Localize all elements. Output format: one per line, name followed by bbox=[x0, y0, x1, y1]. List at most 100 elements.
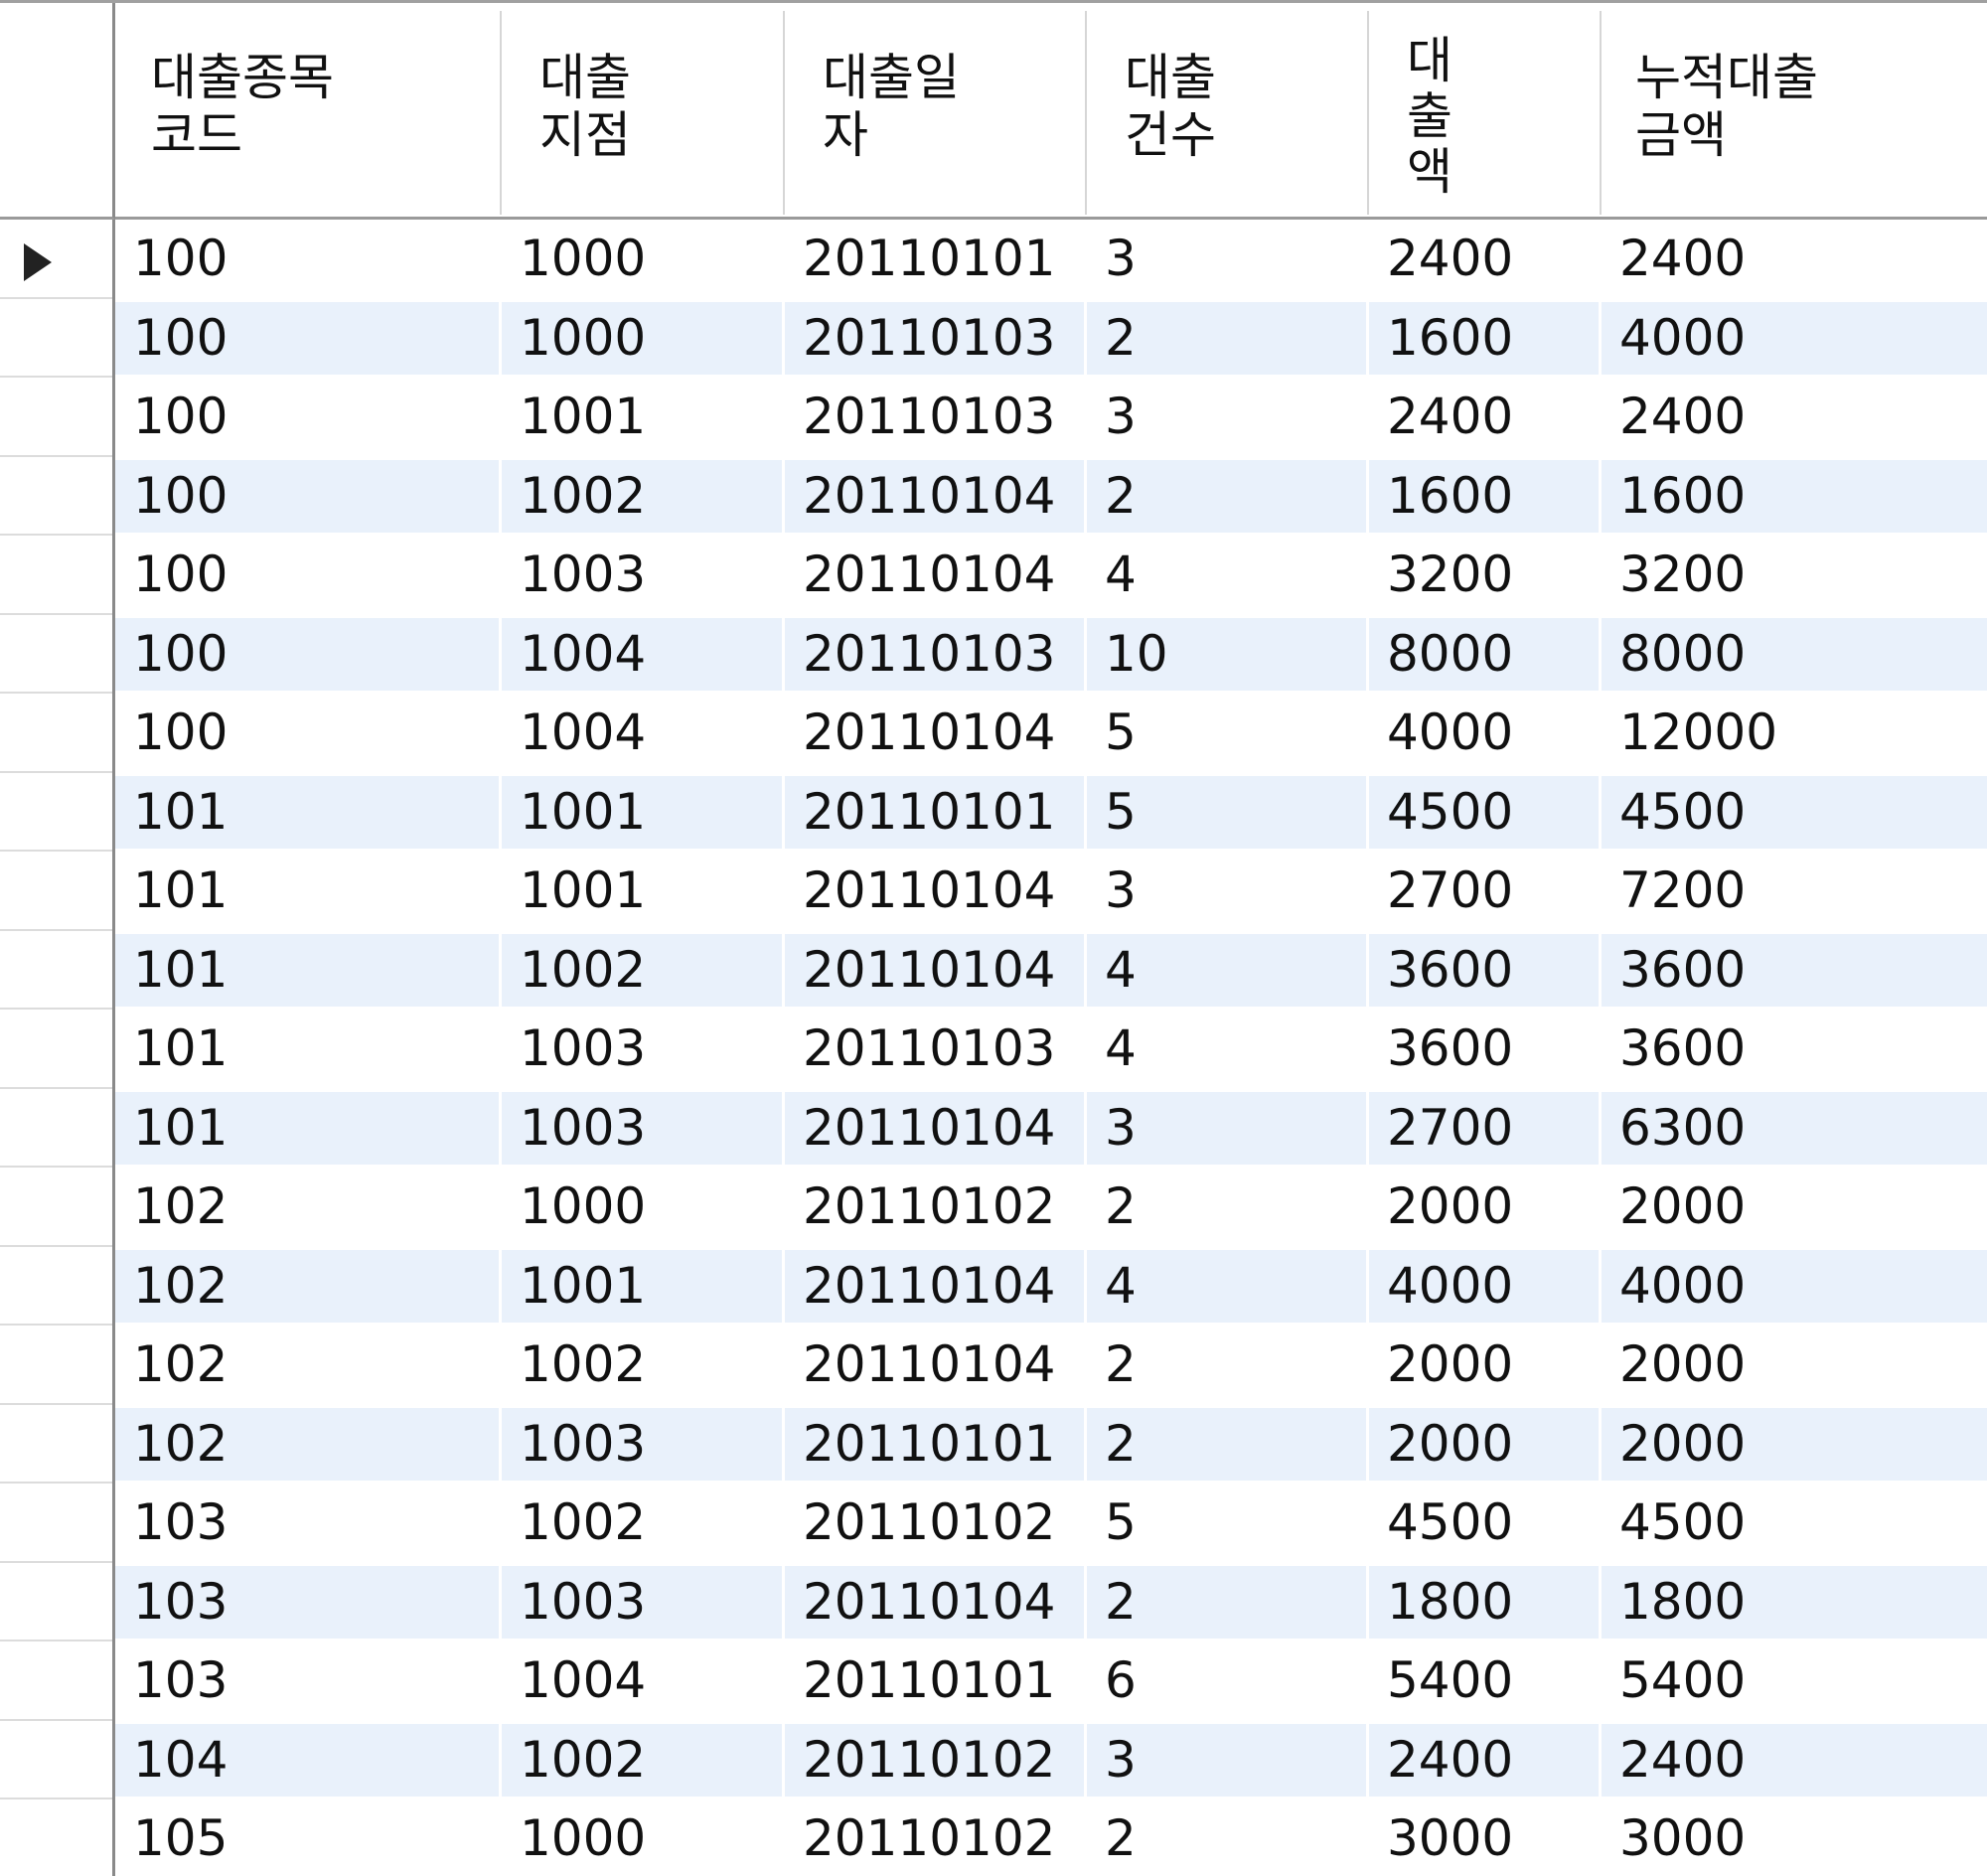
cell-loan-branch[interactable]: 1003 bbox=[502, 1091, 782, 1165]
cell-cumulative-loan-amount[interactable]: 6300 bbox=[1602, 1091, 1987, 1165]
column-header-loan-amount[interactable]: 대 출 액 bbox=[1369, 11, 1602, 215]
cell-cumulative-loan-amount[interactable]: 8000 bbox=[1602, 617, 1987, 691]
cell-loan-item-code[interactable]: 100 bbox=[115, 301, 499, 375]
cell-loan-count[interactable]: 2 bbox=[1087, 1407, 1366, 1481]
cell-cumulative-loan-amount[interactable]: 12000 bbox=[1602, 697, 1987, 769]
row-header[interactable] bbox=[0, 456, 112, 536]
cell-loan-item-code[interactable]: 100 bbox=[115, 381, 499, 453]
cell-loan-amount[interactable]: 2700 bbox=[1369, 855, 1599, 927]
cell-loan-count[interactable]: 3 bbox=[1087, 1091, 1366, 1165]
cell-cumulative-loan-amount[interactable]: 4500 bbox=[1602, 1486, 1987, 1559]
table-row[interactable]: 103 1003 20110104 2 1800 1800 bbox=[115, 1563, 1987, 1642]
cell-loan-item-code[interactable]: 101 bbox=[115, 1013, 499, 1085]
table-row[interactable]: 100 1003 20110104 4 3200 3200 bbox=[115, 536, 1987, 615]
cell-loan-branch[interactable]: 1003 bbox=[502, 1565, 782, 1639]
table-row[interactable]: 101 1002 20110104 4 3600 3600 bbox=[115, 931, 1987, 1011]
cell-loan-branch[interactable]: 1003 bbox=[502, 539, 782, 611]
row-header[interactable] bbox=[0, 1642, 112, 1721]
cell-loan-amount[interactable]: 8000 bbox=[1369, 617, 1599, 691]
cell-loan-branch[interactable]: 1003 bbox=[502, 1407, 782, 1481]
cell-loan-date[interactable]: 20110102 bbox=[785, 1171, 1084, 1243]
cell-loan-count[interactable]: 3 bbox=[1087, 855, 1366, 927]
cell-loan-date[interactable]: 20110104 bbox=[785, 1091, 1084, 1165]
cell-loan-date[interactable]: 20110102 bbox=[785, 1723, 1084, 1797]
column-header-loan-count[interactable]: 대출 건수 bbox=[1087, 11, 1369, 215]
cell-loan-item-code[interactable]: 100 bbox=[115, 539, 499, 611]
cell-loan-item-code[interactable]: 101 bbox=[115, 775, 499, 849]
row-header[interactable] bbox=[0, 1010, 112, 1089]
column-header-loan-branch[interactable]: 대출 지점 bbox=[502, 11, 785, 215]
row-header[interactable] bbox=[0, 298, 112, 378]
cell-loan-item-code[interactable]: 101 bbox=[115, 855, 499, 927]
cell-loan-date[interactable]: 20110103 bbox=[785, 1013, 1084, 1085]
cell-loan-date[interactable]: 20110101 bbox=[785, 223, 1084, 295]
grid-corner-cell[interactable] bbox=[0, 3, 115, 220]
table-row[interactable]: 100 1000 20110103 2 1600 4000 bbox=[115, 299, 1987, 379]
cell-loan-count[interactable]: 2 bbox=[1087, 1802, 1366, 1875]
table-row[interactable]: 101 1001 20110101 5 4500 4500 bbox=[115, 773, 1987, 853]
cell-loan-count[interactable]: 2 bbox=[1087, 1329, 1366, 1401]
cell-loan-date[interactable]: 20110104 bbox=[785, 459, 1084, 533]
cell-loan-date[interactable]: 20110104 bbox=[785, 1565, 1084, 1639]
cell-loan-count[interactable]: 4 bbox=[1087, 539, 1366, 611]
table-row[interactable]: 103 1004 20110101 6 5400 5400 bbox=[115, 1642, 1987, 1721]
cell-loan-count[interactable]: 2 bbox=[1087, 1565, 1366, 1639]
cell-cumulative-loan-amount[interactable]: 3600 bbox=[1602, 1013, 1987, 1085]
cell-loan-item-code[interactable]: 101 bbox=[115, 1091, 499, 1165]
cell-loan-amount[interactable]: 2700 bbox=[1369, 1091, 1599, 1165]
cell-cumulative-loan-amount[interactable]: 2000 bbox=[1602, 1171, 1987, 1243]
cell-loan-amount[interactable]: 1600 bbox=[1369, 301, 1599, 375]
table-row[interactable]: 103 1002 20110102 5 4500 4500 bbox=[115, 1484, 1987, 1563]
table-row[interactable]: 102 1001 20110104 4 4000 4000 bbox=[115, 1247, 1987, 1327]
cell-loan-date[interactable]: 20110103 bbox=[785, 381, 1084, 453]
cell-loan-amount[interactable]: 3000 bbox=[1369, 1802, 1599, 1875]
cell-loan-amount[interactable]: 2000 bbox=[1369, 1171, 1599, 1243]
cell-loan-item-code[interactable]: 102 bbox=[115, 1249, 499, 1323]
cell-loan-amount[interactable]: 2400 bbox=[1369, 1723, 1599, 1797]
row-header[interactable] bbox=[0, 1799, 112, 1876]
cell-loan-amount[interactable]: 4000 bbox=[1369, 1249, 1599, 1323]
cell-loan-branch[interactable]: 1002 bbox=[502, 1723, 782, 1797]
table-row[interactable]: 101 1003 20110103 4 3600 3600 bbox=[115, 1010, 1987, 1089]
table-row[interactable]: 100 1000 20110101 3 2400 2400 bbox=[115, 220, 1987, 299]
cell-loan-count[interactable]: 4 bbox=[1087, 1013, 1366, 1085]
cell-loan-branch[interactable]: 1000 bbox=[502, 1802, 782, 1875]
cell-loan-count[interactable]: 3 bbox=[1087, 223, 1366, 295]
cell-loan-count[interactable]: 6 bbox=[1087, 1644, 1366, 1717]
cell-cumulative-loan-amount[interactable]: 4500 bbox=[1602, 775, 1987, 849]
table-row[interactable]: 100 1001 20110103 3 2400 2400 bbox=[115, 378, 1987, 457]
row-header[interactable] bbox=[0, 1246, 112, 1326]
cell-loan-date[interactable]: 20110101 bbox=[785, 775, 1084, 849]
cell-loan-item-code[interactable]: 100 bbox=[115, 617, 499, 691]
cell-loan-item-code[interactable]: 103 bbox=[115, 1644, 499, 1717]
cell-loan-count[interactable]: 4 bbox=[1087, 1249, 1366, 1323]
cell-loan-item-code[interactable]: 105 bbox=[115, 1802, 499, 1875]
cell-loan-amount[interactable]: 1800 bbox=[1369, 1565, 1599, 1639]
cell-loan-item-code[interactable]: 103 bbox=[115, 1486, 499, 1559]
row-header[interactable] bbox=[0, 1720, 112, 1799]
cell-loan-date[interactable]: 20110102 bbox=[785, 1486, 1084, 1559]
cell-loan-item-code[interactable]: 104 bbox=[115, 1723, 499, 1797]
row-header[interactable] bbox=[0, 1484, 112, 1563]
cell-loan-branch[interactable]: 1004 bbox=[502, 697, 782, 769]
cell-loan-item-code[interactable]: 102 bbox=[115, 1171, 499, 1243]
cell-loan-branch[interactable]: 1001 bbox=[502, 381, 782, 453]
cell-loan-count[interactable]: 3 bbox=[1087, 381, 1366, 453]
cell-loan-item-code[interactable]: 100 bbox=[115, 223, 499, 295]
cell-loan-count[interactable]: 10 bbox=[1087, 617, 1366, 691]
cell-loan-amount[interactable]: 2000 bbox=[1369, 1407, 1599, 1481]
table-row[interactable]: 101 1003 20110104 3 2700 6300 bbox=[115, 1089, 1987, 1169]
cell-loan-count[interactable]: 2 bbox=[1087, 301, 1366, 375]
row-header[interactable] bbox=[0, 1562, 112, 1642]
cell-loan-date[interactable]: 20110104 bbox=[785, 933, 1084, 1007]
cell-cumulative-loan-amount[interactable]: 3200 bbox=[1602, 539, 1987, 611]
cell-loan-branch[interactable]: 1001 bbox=[502, 1249, 782, 1323]
cell-cumulative-loan-amount[interactable]: 3000 bbox=[1602, 1802, 1987, 1875]
cell-loan-branch[interactable]: 1000 bbox=[502, 1171, 782, 1243]
row-header[interactable] bbox=[0, 1404, 112, 1484]
cell-cumulative-loan-amount[interactable]: 1800 bbox=[1602, 1565, 1987, 1639]
cell-cumulative-loan-amount[interactable]: 5400 bbox=[1602, 1644, 1987, 1717]
cell-loan-date[interactable]: 20110101 bbox=[785, 1407, 1084, 1481]
row-header[interactable] bbox=[0, 852, 112, 931]
cell-loan-branch[interactable]: 1001 bbox=[502, 855, 782, 927]
